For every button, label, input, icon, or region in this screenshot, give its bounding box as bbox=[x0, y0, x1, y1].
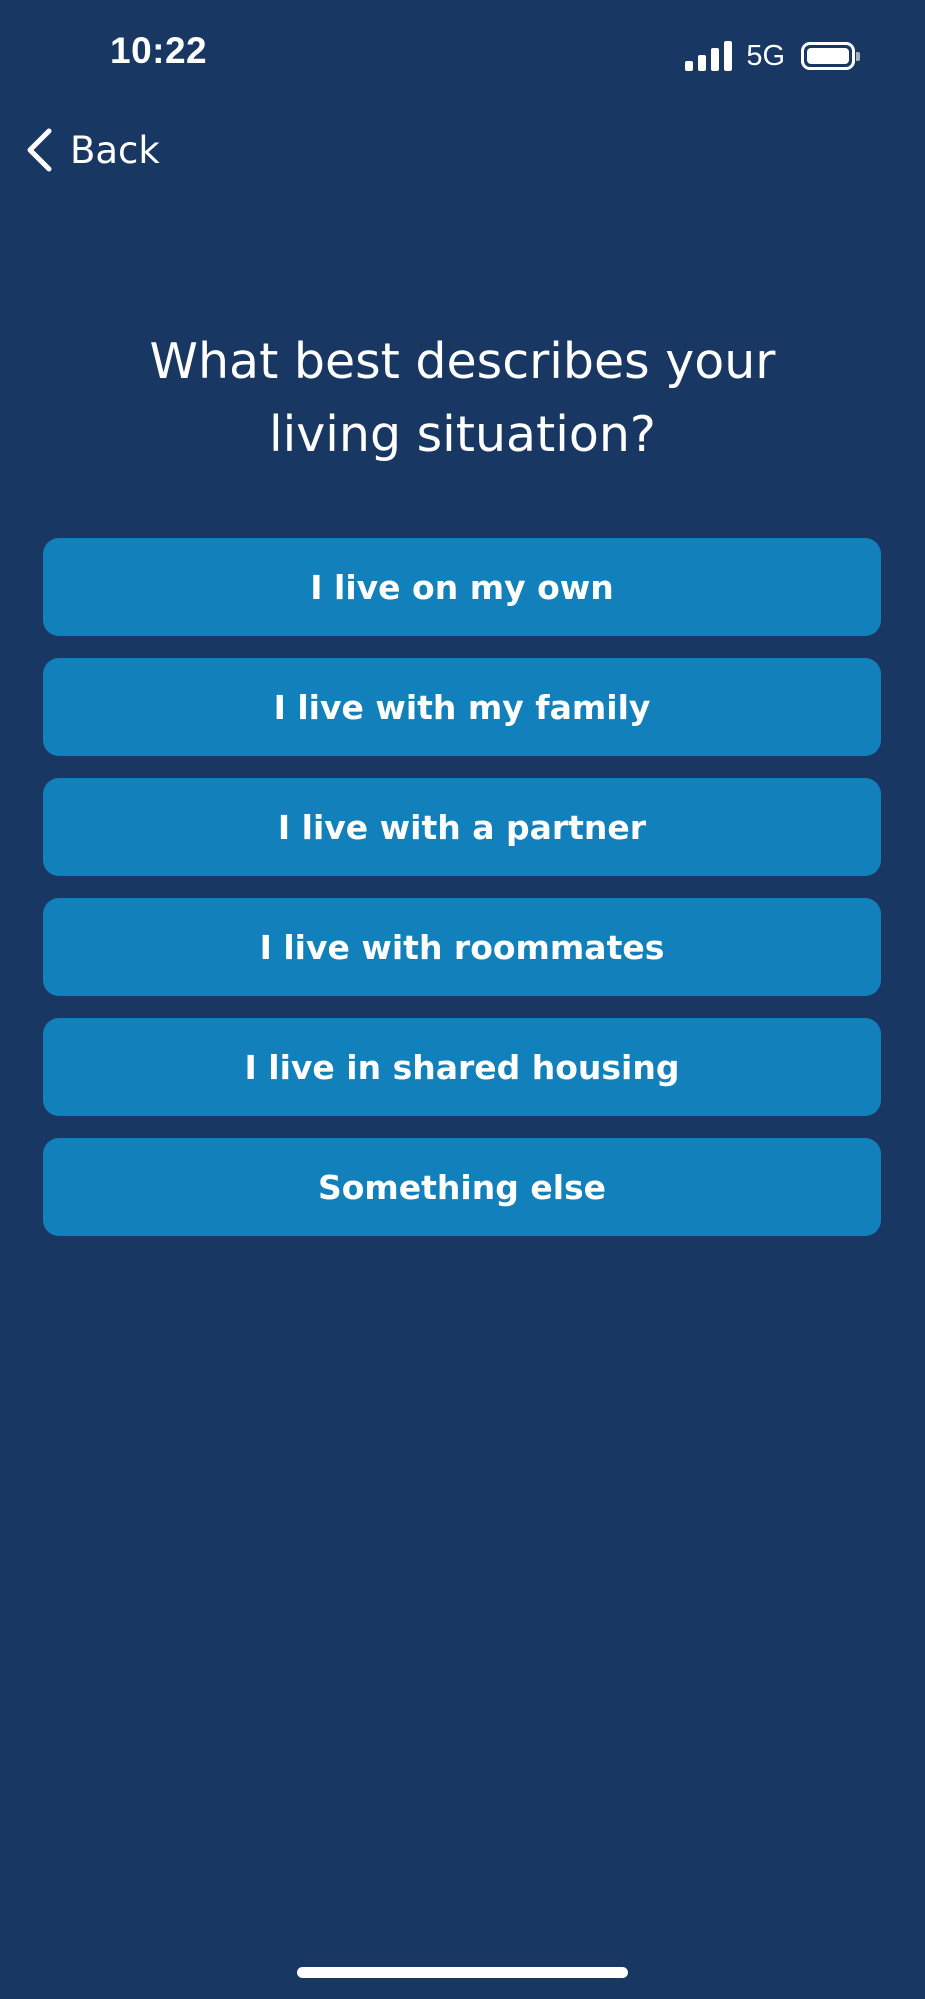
battery-level bbox=[807, 48, 849, 64]
option-live-with-roommates-button[interactable]: I live with roommates bbox=[43, 898, 881, 996]
option-live-alone-button[interactable]: I live on my own bbox=[43, 538, 881, 636]
battery-cap bbox=[856, 52, 860, 61]
status-time: 10:22 bbox=[110, 30, 208, 71]
chevron-left-icon bbox=[27, 128, 52, 172]
status-bar: 10:22 5G bbox=[0, 0, 925, 110]
option-something-else-button[interactable]: Something else bbox=[43, 1138, 881, 1236]
network-type-label: 5G bbox=[746, 39, 785, 72]
options-list: I live on my own I live with my family I… bbox=[43, 538, 881, 1236]
option-live-with-partner-button[interactable]: I live with a partner bbox=[43, 778, 881, 876]
back-button[interactable]: Back bbox=[24, 120, 160, 180]
home-indicator[interactable] bbox=[297, 1967, 628, 1978]
status-indicators: 5G bbox=[685, 36, 860, 76]
question-line-2: living situation? bbox=[269, 406, 656, 463]
question-line-1: What best describes your bbox=[149, 333, 776, 390]
option-live-with-family-button[interactable]: I live with my family bbox=[43, 658, 881, 756]
cellular-signal-icon bbox=[685, 41, 733, 71]
option-shared-housing-button[interactable]: I live in shared housing bbox=[43, 1018, 881, 1116]
back-label: Back bbox=[70, 128, 160, 172]
question-title: What best describes your living situatio… bbox=[100, 325, 825, 471]
battery-icon bbox=[801, 42, 860, 70]
